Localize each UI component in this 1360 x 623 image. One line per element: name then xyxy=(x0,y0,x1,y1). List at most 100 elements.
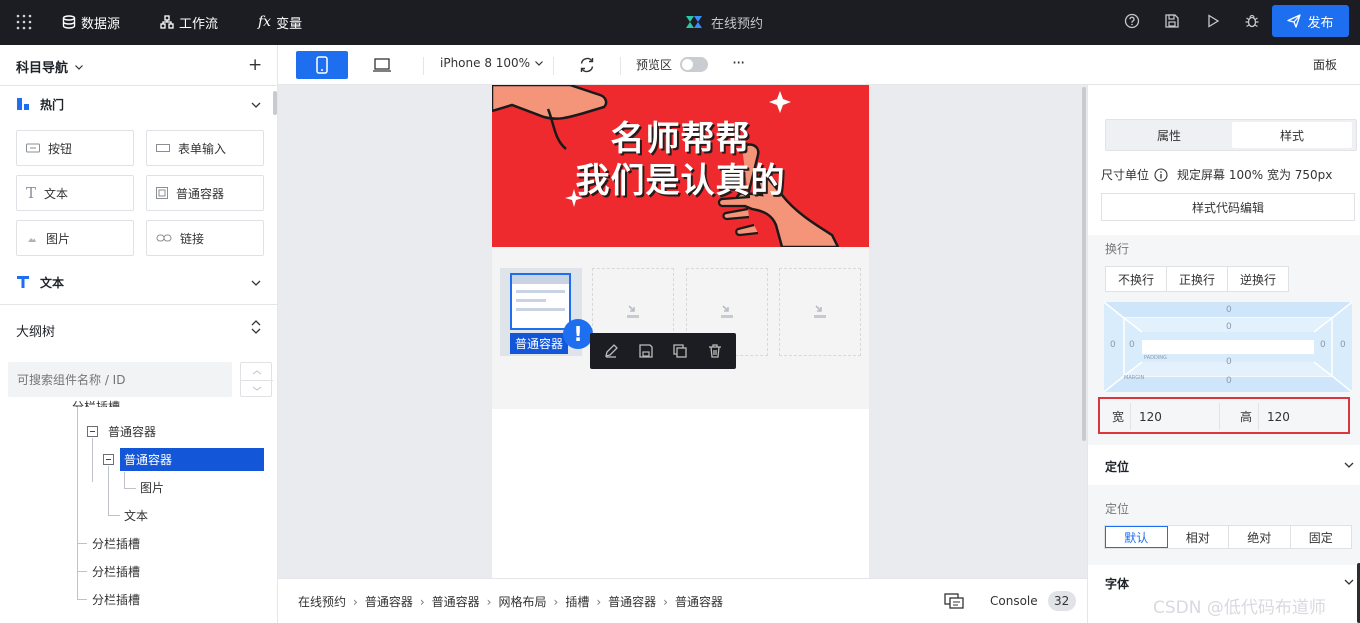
tree-node-image[interactable]: 图片 xyxy=(140,476,164,498)
breadcrumb-item[interactable]: 插槽 xyxy=(565,593,589,610)
panel-toggle-button[interactable]: 面板 xyxy=(1313,56,1337,73)
refresh-icon[interactable] xyxy=(578,56,596,74)
breadcrumb-item[interactable]: 网格布局 xyxy=(498,593,546,610)
preview-toggle[interactable] xyxy=(680,57,708,72)
width-input[interactable]: 120 xyxy=(1130,403,1220,430)
grid-cell[interactable] xyxy=(779,268,861,356)
margin-bottom-value[interactable]: 0 xyxy=(1226,376,1232,386)
warning-icon[interactable]: ! xyxy=(563,319,593,349)
style-code-edit-button[interactable]: 样式代码编辑 xyxy=(1101,193,1355,221)
component-image[interactable]: 图片 xyxy=(16,220,134,256)
tree-collapse-icon[interactable] xyxy=(87,426,98,437)
chevron-down-icon[interactable] xyxy=(1343,459,1355,471)
breadcrumb-item[interactable]: 普通容器 xyxy=(432,593,480,610)
font-section-title[interactable]: 字体 xyxy=(1105,575,1129,592)
component-text[interactable]: T 文本 xyxy=(16,175,134,211)
height-input[interactable]: 120 xyxy=(1258,403,1348,430)
search-stepper[interactable] xyxy=(240,362,273,397)
console-button[interactable]: Console 32 xyxy=(944,591,1076,611)
tree-node-label: 普通容器 xyxy=(108,424,157,439)
outline-tree-title: 大纲树 xyxy=(16,325,56,340)
tree-node-slot-partial[interactable]: 分栏插槽 xyxy=(72,393,120,407)
tree-node-slot[interactable]: 分栏插槽 xyxy=(92,588,140,610)
play-icon[interactable] xyxy=(1205,13,1221,29)
device-zoom-select[interactable]: iPhone 8 100% xyxy=(440,56,544,70)
tree-node-container[interactable]: 普通容器 xyxy=(108,420,156,442)
selected-container[interactable] xyxy=(510,273,571,330)
tab-styles[interactable]: 样式 xyxy=(1232,122,1352,148)
debug-bug-icon[interactable] xyxy=(1244,13,1260,29)
padding-bottom-value[interactable]: 0 xyxy=(1226,357,1232,367)
more-options-icon[interactable]: ··· xyxy=(732,53,745,72)
copy-icon[interactable] xyxy=(672,343,688,359)
breadcrumb-item[interactable]: 普通容器 xyxy=(675,593,723,610)
position-absolute[interactable]: 绝对 xyxy=(1229,526,1291,548)
tree-collapse-icon[interactable] xyxy=(103,454,114,465)
settings-panel: 属性 样式 尺寸单位 规定屏幕 100% 宽为 750px 样式代码编辑 换行 … xyxy=(1087,85,1360,623)
desktop-device-button[interactable] xyxy=(356,51,408,79)
panel-scrollbar[interactable] xyxy=(273,91,277,115)
component-link[interactable]: 链接 xyxy=(146,220,264,256)
component-button[interactable]: 按钮 xyxy=(16,130,134,166)
mobile-device-button[interactable] xyxy=(296,51,348,79)
help-icon[interactable] xyxy=(1124,13,1140,29)
padding-right-value[interactable]: 0 xyxy=(1320,340,1326,350)
selected-component-label[interactable]: 普通容器 xyxy=(510,333,569,354)
design-canvas[interactable]: 名师帮帮 我们是认真的 普通容器 ! xyxy=(278,85,1087,578)
wrap-option-nowrap[interactable]: 不换行 xyxy=(1106,267,1168,291)
tree-node-text[interactable]: 文本 xyxy=(124,504,148,526)
publish-button[interactable]: 发布 xyxy=(1272,5,1349,37)
tree-node-slot[interactable]: 分栏插槽 xyxy=(92,560,140,582)
component-label: 文本 xyxy=(44,186,69,201)
margin-top-value[interactable]: 0 xyxy=(1226,305,1232,315)
datasource-button[interactable]: 数据源 xyxy=(62,12,120,32)
component-form-input[interactable]: 表单输入 xyxy=(146,130,264,166)
tree-node-container-selected[interactable]: 普通容器 xyxy=(120,448,264,471)
save-icon[interactable] xyxy=(1164,13,1180,29)
margin-right-value[interactable]: 0 xyxy=(1340,340,1346,350)
chevron-down-icon[interactable] xyxy=(1343,576,1355,588)
chevron-down-icon[interactable] xyxy=(250,277,262,289)
variables-button[interactable]: fx 变量 xyxy=(258,12,302,32)
category-nav-dropdown[interactable]: 科目导航 xyxy=(16,57,84,76)
position-default[interactable]: 默认 xyxy=(1105,526,1168,548)
wrap-option-wrap[interactable]: 正换行 xyxy=(1167,267,1229,291)
laptop-icon xyxy=(373,58,391,72)
workflow-button[interactable]: 工作流 xyxy=(160,12,218,32)
edit-pencil-icon[interactable] xyxy=(603,343,619,359)
position-fixed[interactable]: 固定 xyxy=(1291,526,1352,548)
component-container[interactable]: 普通容器 xyxy=(146,175,264,211)
tab-properties[interactable]: 属性 xyxy=(1108,122,1230,148)
component-search-input[interactable] xyxy=(8,362,232,397)
settings-tabs: 属性 样式 xyxy=(1105,119,1357,151)
breadcrumb-item[interactable]: 普通容器 xyxy=(365,593,413,610)
save-template-icon[interactable] xyxy=(638,343,654,359)
database-icon xyxy=(62,15,76,29)
tree-node-slot[interactable]: 分栏插槽 xyxy=(92,532,140,554)
mobile-page-preview[interactable]: 名师帮帮 我们是认真的 普通容器 ! xyxy=(492,85,869,578)
banner-image[interactable]: 名师帮帮 我们是认真的 xyxy=(492,85,869,247)
margin-left-value[interactable]: 0 xyxy=(1110,340,1116,350)
add-plus-icon[interactable]: + xyxy=(248,55,262,75)
category-text[interactable]: 文本 xyxy=(16,272,64,292)
padding-left-value[interactable]: 0 xyxy=(1129,340,1135,350)
position-relative[interactable]: 相对 xyxy=(1168,526,1229,548)
category-hot[interactable]: 热门 xyxy=(16,94,64,114)
collapse-chevrons-icon[interactable] xyxy=(250,320,262,334)
padding-top-value[interactable]: 0 xyxy=(1226,322,1232,332)
wrap-option-reverse[interactable]: 逆换行 xyxy=(1228,267,1288,291)
delete-trash-icon[interactable] xyxy=(707,343,723,359)
info-icon[interactable] xyxy=(1154,167,1168,182)
grid-layout[interactable]: 普通容器 ! xyxy=(492,247,869,409)
apps-grid-icon[interactable] xyxy=(16,14,32,30)
size-unit-label: 尺寸单位 xyxy=(1101,168,1150,182)
canvas-scrollbar[interactable] xyxy=(1082,87,1086,441)
box-model-editor[interactable]: 0 0 0 0 0 0 0 0 PADDING MARGIN xyxy=(1104,302,1352,392)
tree-node-label: 文本 xyxy=(124,508,149,523)
drop-placeholder-icon xyxy=(625,305,641,319)
console-label: Console xyxy=(990,594,1038,608)
chevron-down-icon[interactable] xyxy=(250,99,262,111)
position-section-title[interactable]: 定位 xyxy=(1105,458,1129,475)
breadcrumb-item[interactable]: 在线预约 xyxy=(298,593,346,610)
breadcrumb-item[interactable]: 普通容器 xyxy=(608,593,656,610)
